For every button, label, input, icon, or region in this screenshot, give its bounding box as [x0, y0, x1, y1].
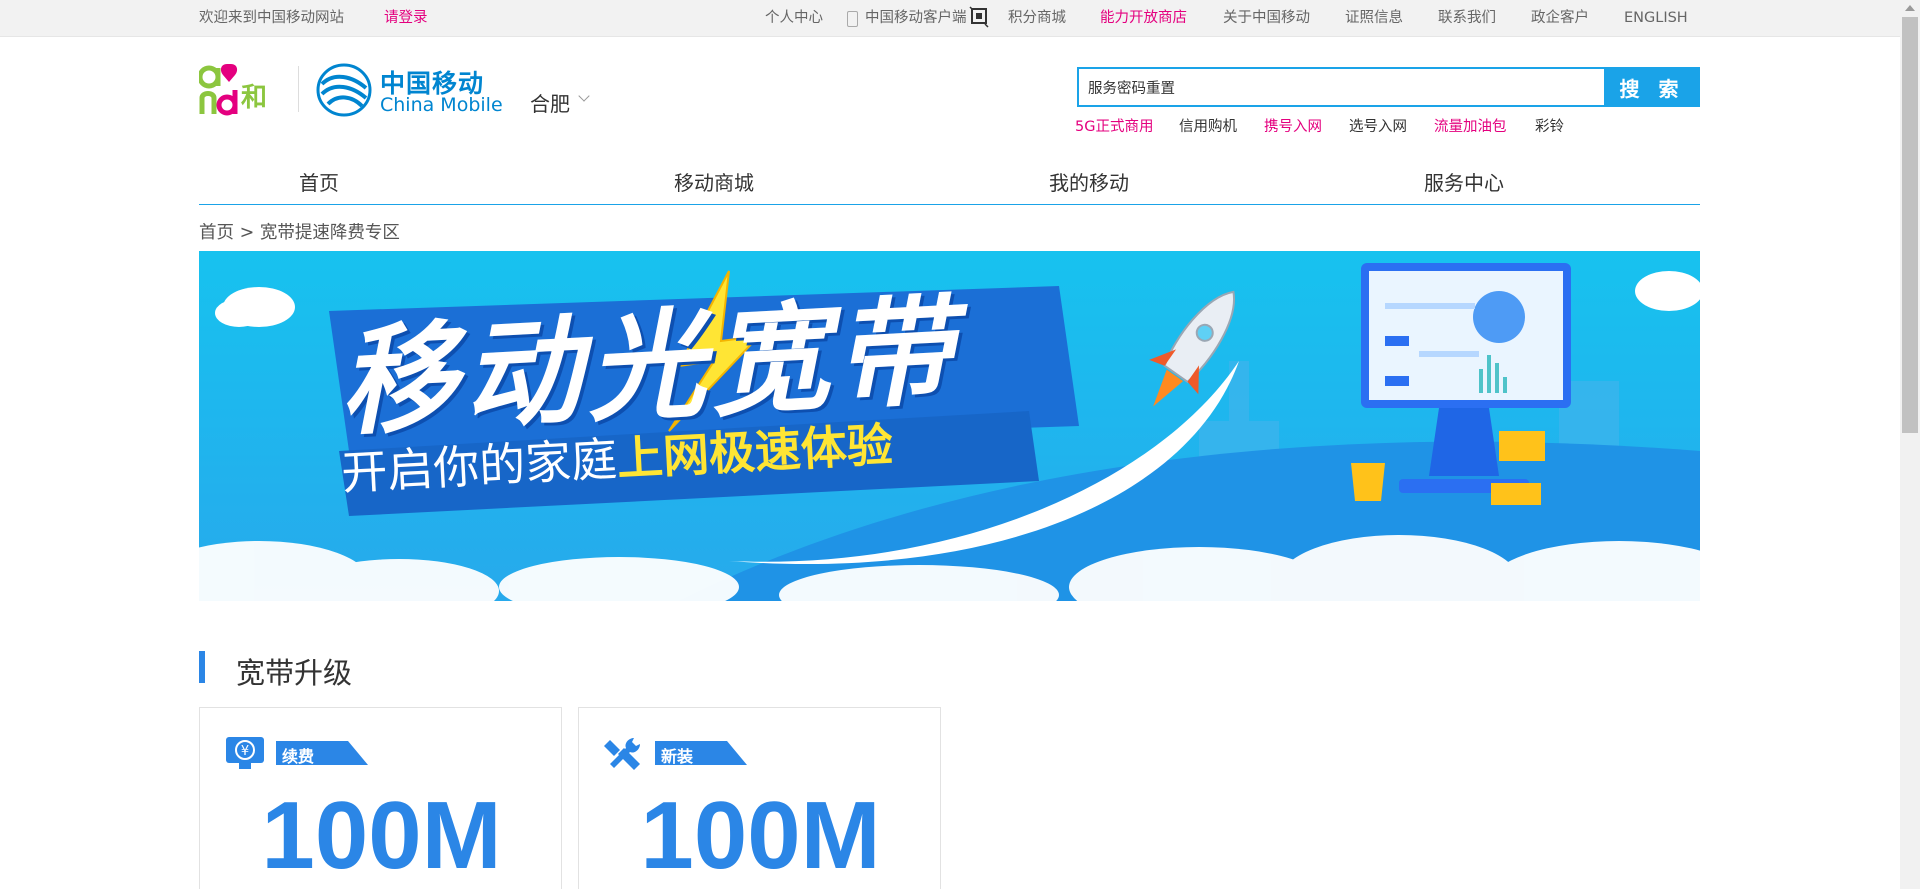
card-tag-label: 新装 [661, 747, 694, 766]
top-link-about[interactable]: 关于中国移动 [1223, 10, 1310, 27]
login-link[interactable]: 请登录 [384, 10, 428, 27]
top-link-points-mall[interactable]: 积分商城 [1008, 10, 1066, 27]
nav-home[interactable]: 首页 [299, 167, 339, 196]
top-link-personal-center[interactable]: 个人中心 [765, 10, 823, 27]
and-he-logo[interactable]: 和 [199, 62, 285, 116]
search-button[interactable]: 搜 索 [1604, 67, 1700, 107]
section-title: 宽带升级 [236, 656, 353, 690]
top-link-open-store[interactable]: 能力开放商店 [1100, 10, 1187, 27]
china-mobile-swirl-icon [316, 63, 372, 117]
nav-underline [199, 204, 1700, 205]
chevron-down-icon[interactable] [578, 90, 590, 102]
scroll-up-arrow-icon[interactable] [1905, 5, 1915, 11]
search-input[interactable] [1077, 67, 1604, 107]
top-link-enterprise[interactable]: 政企客户 [1531, 10, 1589, 27]
hot-link-port-number[interactable]: 携号入网 [1264, 115, 1322, 136]
breadcrumb-separator: > [239, 223, 255, 243]
hot-link-data-pack[interactable]: 流量加油包 [1434, 115, 1507, 136]
upgrade-card-new-install[interactable]: 新装 100M [578, 707, 941, 889]
svg-text:和: 和 [241, 83, 267, 113]
top-link-english[interactable]: ENGLISH [1624, 10, 1688, 27]
top-link-license[interactable]: 证照信息 [1345, 10, 1403, 27]
china-mobile-logo[interactable]: 中国移动 China Mobile [316, 60, 503, 120]
banner-subtitle-yellow: 上网极速体验 [615, 417, 895, 486]
top-link-contact[interactable]: 联系我们 [1438, 10, 1496, 27]
card-speed: 100M [640, 782, 881, 889]
breadcrumb: 首页 > 宽带提速降费专区 [199, 219, 400, 244]
nav-service-center[interactable]: 服务中心 [1424, 167, 1504, 196]
hot-link-choose-number[interactable]: 选号入网 [1349, 115, 1407, 136]
top-link-client-app[interactable]: 中国移动客户端 [865, 10, 967, 27]
nav-my-mobile[interactable]: 我的移动 [1049, 167, 1129, 196]
banner-subtitle-white: 开启你的家庭 [340, 431, 619, 501]
hot-link-5g[interactable]: 5G正式商用 [1075, 115, 1153, 136]
card-speed: 100M [261, 782, 502, 889]
city-selector[interactable]: 合肥 [530, 88, 570, 117]
card-tag-label: 续费 [282, 747, 315, 766]
section-accent-bar [199, 651, 205, 683]
welcome-text: 欢迎来到中国移动网站 [199, 10, 344, 26]
promo-banner[interactable]: 移动光宽带 开启你的家庭上网极速体验 [199, 251, 1700, 601]
qr-code-icon[interactable] [969, 6, 989, 28]
nav-mall[interactable]: 移动商城 [674, 167, 754, 196]
svg-text:¥: ¥ [241, 744, 249, 759]
hot-link-credit-phone[interactable]: 信用购机 [1179, 115, 1237, 136]
yuan-monitor-icon: ¥ [226, 737, 264, 769]
scrollbar-thumb[interactable] [1902, 17, 1918, 433]
top-bar: 欢迎来到中国移动网站 请登录 个人中心 中国移动客户端 积分商城 能力开放商店 … [0, 0, 1900, 37]
tools-icon [604, 738, 640, 770]
page-scrollbar[interactable] [1900, 0, 1920, 889]
logo-divider [298, 66, 299, 112]
phone-icon [847, 11, 858, 27]
hot-link-ringtone[interactable]: 彩铃 [1535, 115, 1564, 136]
breadcrumb-home[interactable]: 首页 [199, 223, 234, 243]
breadcrumb-current: 宽带提速降费专区 [259, 223, 400, 243]
logo-english-text: China Mobile [380, 94, 503, 116]
upgrade-card-renew[interactable]: ¥ 续费 100M [199, 707, 562, 889]
